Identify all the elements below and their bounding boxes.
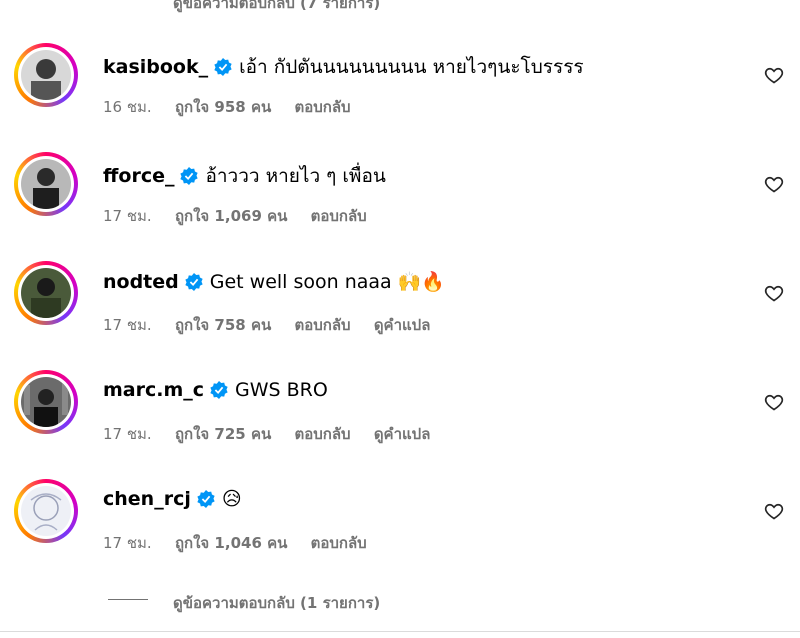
verified-badge-icon	[180, 167, 199, 185]
avatar[interactable]	[14, 370, 78, 434]
translate-button[interactable]: ดูคำแปล	[374, 316, 431, 334]
comment-username[interactable]: fforce_	[103, 165, 174, 187]
reply-button[interactable]: ตอบกลับ	[311, 534, 367, 552]
view-replies-link[interactable]: ดูข้อความตอบกลับ (1 รายการ)	[173, 591, 380, 615]
comment-time[interactable]: 17 ชม.	[103, 534, 152, 552]
reply-button[interactable]: ตอบกลับ	[295, 425, 351, 443]
verified-badge-icon	[214, 58, 232, 76]
comment-text: เอ้า กัปตันนนนนนนนน หายไวๆนะโบรรรร	[239, 56, 584, 78]
comment-likes[interactable]: ถูกใจ 958 คน	[175, 98, 271, 116]
verified-badge-icon	[210, 381, 228, 399]
comment-likes[interactable]: ถูกใจ 725 คน	[175, 425, 271, 443]
replies-divider-line	[108, 599, 148, 600]
reply-button[interactable]: ตอบกลับ	[311, 207, 367, 225]
comment-text: 😥	[221, 488, 242, 510]
comment-username[interactable]: marc.m_c	[103, 379, 204, 401]
comment-time[interactable]: 17 ชม.	[103, 207, 152, 225]
comment-time[interactable]: 17 ชม.	[103, 316, 152, 334]
avatar[interactable]	[14, 261, 78, 325]
comment-username[interactable]: chen_rcj	[103, 488, 191, 510]
avatar[interactable]	[14, 479, 78, 543]
comment-username[interactable]: kasibook_	[103, 56, 208, 78]
like-heart-icon[interactable]	[764, 174, 784, 194]
comment-likes[interactable]: ถูกใจ 1,046 คน	[175, 534, 287, 552]
section-divider	[0, 631, 800, 632]
comment-item: chen_rcj 😥 17 ชม. ถูกใจ 1,046 คน ตอบกลับ	[0, 479, 800, 579]
avatar-image	[21, 377, 71, 427]
like-heart-icon[interactable]	[764, 65, 784, 85]
comment-item: nodted Get well soon naaa 🙌🔥 17 ชม. ถูกใ…	[0, 261, 800, 361]
comment-text: อ้าววว หายไว ๆ เพื่อน	[205, 165, 386, 187]
comment-text: GWS BRO	[235, 379, 328, 401]
comment-time[interactable]: 16 ชม.	[103, 98, 152, 116]
reply-button[interactable]: ตอบกลับ	[295, 316, 351, 334]
comment-item: marc.m_c GWS BRO 17 ชม. ถูกใจ 725 คน ตอบ…	[0, 370, 800, 470]
avatar[interactable]	[14, 43, 78, 107]
comment-username[interactable]: nodted	[103, 271, 179, 293]
comment-item: fforce_ อ้าววว หายไว ๆ เพื่อน 17 ชม. ถูก…	[0, 152, 800, 252]
comment-likes[interactable]: ถูกใจ 1,069 คน	[175, 207, 287, 225]
comment-item: kasibook_ เอ้า กัปตันนนนนนนนน หายไวๆนะโบ…	[0, 43, 800, 143]
verified-badge-icon	[197, 490, 215, 508]
like-heart-icon[interactable]	[764, 501, 784, 521]
reply-button[interactable]: ตอบกลับ	[295, 98, 351, 116]
comment-text: Get well soon naaa 🙌🔥	[209, 271, 446, 293]
view-replies-link-top[interactable]: ดูข้อความตอบกลับ (7 รายการ)	[173, 0, 380, 15]
avatar-image	[21, 50, 71, 100]
avatar-image	[21, 486, 71, 536]
verified-badge-icon	[185, 272, 203, 291]
like-heart-icon[interactable]	[764, 392, 784, 412]
like-heart-icon[interactable]	[764, 283, 784, 303]
avatar-image	[21, 159, 71, 209]
translate-button[interactable]: ดูคำแปล	[374, 425, 431, 443]
avatar[interactable]	[14, 152, 78, 216]
avatar-image	[21, 268, 71, 318]
comment-time[interactable]: 17 ชม.	[103, 425, 152, 443]
comment-likes[interactable]: ถูกใจ 758 คน	[175, 316, 271, 334]
